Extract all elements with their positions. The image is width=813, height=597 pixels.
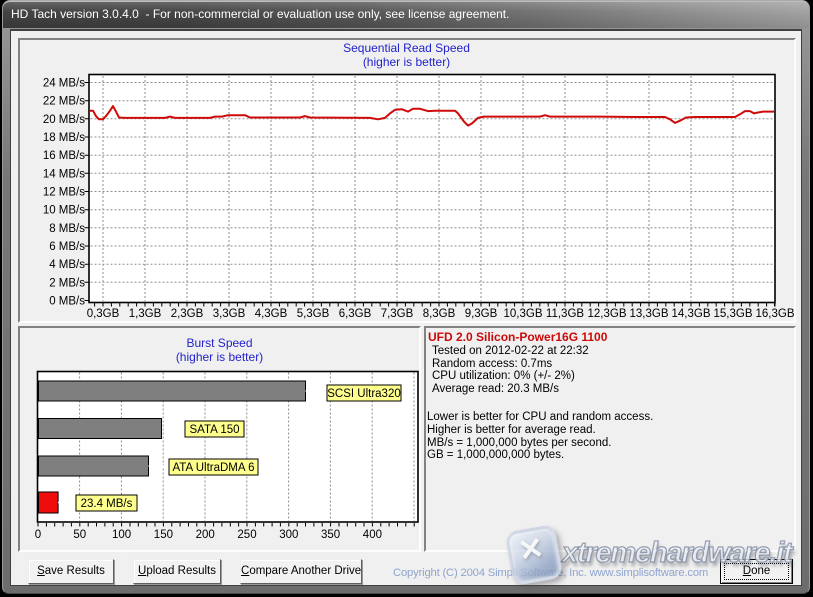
svg-text:22 MB/s: 22 MB/s [43,96,85,108]
svg-text:300: 300 [279,529,298,541]
svg-text:8 MB/s: 8 MB/s [49,223,85,235]
svg-text:10 MB/s: 10 MB/s [43,205,85,217]
svg-text:0 MB/s: 0 MB/s [49,296,85,308]
svg-text:12,3GB: 12,3GB [588,308,627,320]
svg-text:SCSI Ultra320: SCSI Ultra320 [327,388,401,400]
svg-text:SATA 150: SATA 150 [189,424,239,436]
svg-text:350: 350 [321,529,340,541]
svg-text:4,3GB: 4,3GB [255,308,288,320]
svg-text:23.4 MB/s: 23.4 MB/s [81,498,133,510]
svg-text:11,3GB: 11,3GB [546,308,584,320]
svg-text:0,3GB: 0,3GB [87,308,120,320]
svg-text:6,3GB: 6,3GB [339,308,372,320]
svg-text:ATA UltraDMA 6: ATA UltraDMA 6 [172,462,254,474]
svg-text:10,3GB: 10,3GB [504,308,543,320]
svg-text:12 MB/s: 12 MB/s [43,187,85,199]
svg-text:50: 50 [73,529,86,541]
svg-text:2 MB/s: 2 MB/s [49,277,85,289]
svg-text:16 MB/s: 16 MB/s [43,150,85,162]
svg-text:3,3GB: 3,3GB [213,308,246,320]
svg-text:18 MB/s: 18 MB/s [43,132,85,144]
svg-text:15,3GB: 15,3GB [714,308,753,320]
svg-text:13,3GB: 13,3GB [630,308,669,320]
svg-text:7,3GB: 7,3GB [381,308,414,320]
svg-text:14 MB/s: 14 MB/s [43,168,85,180]
svg-text:200: 200 [196,529,215,541]
svg-text:400: 400 [363,529,382,541]
svg-text:24 MB/s: 24 MB/s [43,78,85,90]
svg-text:4 MB/s: 4 MB/s [49,259,85,271]
svg-text:2,3GB: 2,3GB [171,308,204,320]
svg-text:100: 100 [112,529,131,541]
svg-text:1,3GB: 1,3GB [129,308,162,320]
svg-text:0: 0 [35,529,41,541]
svg-text:5,3GB: 5,3GB [297,308,330,320]
svg-text:150: 150 [154,529,173,541]
svg-text:9,3GB: 9,3GB [465,308,498,320]
svg-text:8,3GB: 8,3GB [423,308,456,320]
svg-text:250: 250 [237,529,256,541]
svg-text:14,3GB: 14,3GB [672,308,711,320]
svg-text:6 MB/s: 6 MB/s [49,241,85,253]
svg-text:20 MB/s: 20 MB/s [43,114,85,126]
svg-text:16,3GB: 16,3GB [756,308,795,320]
